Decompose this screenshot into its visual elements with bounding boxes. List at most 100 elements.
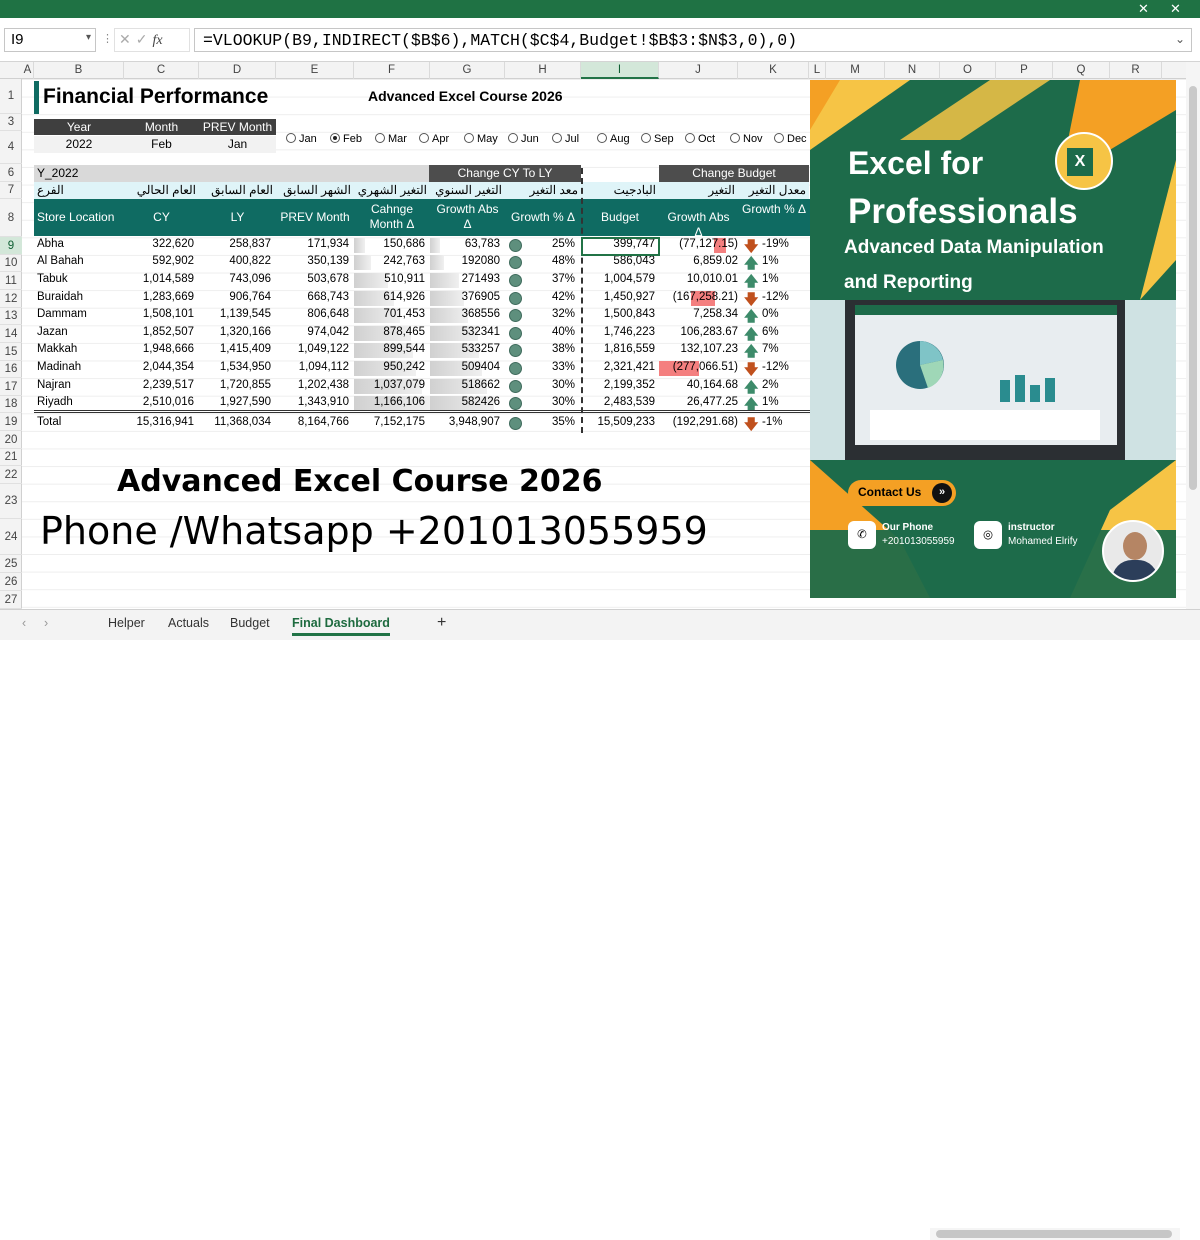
row-header-25[interactable]: 25 — [0, 555, 22, 573]
row-header-6[interactable]: 6 — [0, 164, 22, 182]
month-radio-jun[interactable]: Jun — [508, 133, 539, 145]
column-header-F[interactable]: F — [354, 62, 430, 79]
row-header-7[interactable]: 7 — [0, 182, 22, 199]
hscroll-thumb[interactable] — [936, 1230, 1172, 1238]
row-header-9[interactable]: 9 — [0, 237, 22, 255]
radio-circle[interactable] — [330, 133, 340, 143]
column-header-E[interactable]: E — [276, 62, 354, 79]
row-header-15[interactable]: 15 — [0, 343, 22, 361]
close-icon-2[interactable]: ✕ — [1170, 1, 1181, 17]
row-header-18[interactable]: 18 — [0, 396, 22, 413]
month-radio-mar[interactable]: Mar — [375, 133, 407, 145]
row-header-14[interactable]: 14 — [0, 325, 22, 343]
row-header-1[interactable]: 1 — [0, 79, 22, 114]
close-icon[interactable]: ✕ — [1138, 1, 1149, 17]
contact-us-button[interactable]: Contact Us » — [848, 480, 956, 506]
row-header-16[interactable]: 16 — [0, 361, 22, 378]
table-row[interactable]: Najran 2,239,517 1,720,855 1,202,438 1,037,0… — [34, 378, 810, 396]
row-header-26[interactable]: 26 — [0, 573, 22, 591]
column-header-N[interactable]: N — [885, 62, 940, 79]
radio-circle[interactable] — [597, 133, 607, 143]
column-header-Q[interactable]: Q — [1053, 62, 1110, 79]
row-header-17[interactable]: 17 — [0, 378, 22, 396]
next-sheet-icon[interactable]: › — [44, 616, 48, 630]
column-header-P[interactable]: P — [996, 62, 1053, 79]
radio-circle[interactable] — [685, 133, 695, 143]
expand-formula-icon[interactable]: ⌄ — [1175, 32, 1185, 46]
month-radio-feb[interactable]: Feb — [330, 133, 362, 145]
chevron-down-icon[interactable]: ▾ — [86, 32, 91, 43]
row-header-21[interactable]: 21 — [0, 449, 22, 466]
table-row[interactable]: Makkah 1,948,666 1,415,409 1,049,122 899,544… — [34, 342, 810, 360]
row-header-11[interactable]: 11 — [0, 272, 22, 290]
row-header-27[interactable]: 27 — [0, 591, 22, 609]
table-row[interactable]: Jazan 1,852,507 1,320,166 974,042 878,465 532… — [34, 325, 810, 343]
row-header-8[interactable]: 8 — [0, 199, 22, 237]
vertical-scrollbar[interactable] — [1186, 62, 1200, 609]
name-box[interactable]: I9 ▾ — [4, 28, 96, 52]
table-row[interactable]: Madinah 2,044,354 1,534,950 1,094,112 950,24… — [34, 360, 810, 378]
tab-budget[interactable]: Budget — [230, 616, 270, 630]
radio-circle[interactable] — [464, 133, 474, 143]
radio-circle[interactable] — [774, 133, 784, 143]
radio-circle[interactable] — [286, 133, 296, 143]
row-header-10[interactable]: 10 — [0, 255, 22, 272]
row-header-12[interactable]: 12 — [0, 290, 22, 308]
cancel-icon[interactable]: ✕ — [119, 31, 136, 47]
month-radio-apr[interactable]: Apr — [419, 133, 449, 145]
column-header-L[interactable]: L — [809, 62, 826, 79]
column-header-G[interactable]: G — [430, 62, 505, 79]
table-row[interactable]: Al Bahah 592,902 400,822 350,139 242,763 1920… — [34, 254, 810, 272]
column-header-D[interactable]: D — [199, 62, 276, 79]
more-icon[interactable]: ⋮ — [102, 32, 113, 45]
table-row[interactable]: Abha 322,620 258,837 171,934 150,686 63,783 25… — [34, 237, 810, 255]
table-row[interactable]: Dammam 1,508,101 1,139,545 806,648 701,453 36… — [34, 307, 810, 325]
tab-actuals[interactable]: Actuals — [168, 616, 209, 630]
row-header-4[interactable]: 4 — [0, 131, 22, 164]
month-radio-dec[interactable]: Dec — [774, 133, 807, 145]
row-header-13[interactable]: 13 — [0, 308, 22, 325]
column-header-A[interactable]: A — [22, 62, 34, 79]
month-radio-nov[interactable]: Nov — [730, 133, 763, 145]
formula-input[interactable]: =VLOOKUP(B9,INDIRECT($B$6),MATCH($C$4,Bu… — [194, 28, 1192, 52]
row-header-19[interactable]: 19 — [0, 413, 22, 431]
tab-helper[interactable]: Helper — [108, 616, 145, 630]
scroll-thumb[interactable] — [1189, 86, 1197, 490]
month-radio-jul[interactable]: Jul — [552, 133, 579, 145]
row-header-23[interactable]: 23 — [0, 484, 22, 519]
prev-sheet-icon[interactable]: ‹ — [22, 616, 26, 630]
column-header-H[interactable]: H — [505, 62, 581, 79]
radio-circle[interactable] — [730, 133, 740, 143]
selected-cell-outline[interactable] — [581, 237, 660, 256]
total-row[interactable]: Total 15,316,941 11,368,034 8,164,766 7,152,… — [34, 415, 810, 433]
confirm-icon[interactable]: ✓ — [136, 31, 153, 47]
add-sheet-icon[interactable]: + — [437, 614, 446, 632]
function-icon[interactable]: fx — [152, 33, 162, 48]
radio-circle[interactable] — [419, 133, 429, 143]
month-radio-aug[interactable]: Aug — [597, 133, 630, 145]
column-header-R[interactable]: R — [1110, 62, 1162, 79]
radio-circle[interactable] — [508, 133, 518, 143]
month-radio-oct[interactable]: Oct — [685, 133, 715, 145]
column-header-J[interactable]: J — [659, 62, 738, 79]
table-row[interactable]: Tabuk 1,014,589 743,096 503,678 510,911 27149… — [34, 272, 810, 290]
radio-circle[interactable] — [641, 133, 651, 143]
column-header-O[interactable]: O — [940, 62, 996, 79]
row-header-22[interactable]: 22 — [0, 466, 22, 484]
row-header-24[interactable]: 24 — [0, 519, 22, 555]
month-radio-jan[interactable]: Jan — [286, 133, 317, 145]
month-radio-sep[interactable]: Sep — [641, 133, 674, 145]
column-header-K[interactable]: K — [738, 62, 809, 79]
radio-circle[interactable] — [375, 133, 385, 143]
column-header-I[interactable]: I — [581, 62, 659, 79]
column-header-C[interactable]: C — [124, 62, 199, 79]
column-header-M[interactable]: M — [826, 62, 885, 79]
table-row[interactable]: Buraidah 1,283,669 906,764 668,743 614,926 37… — [34, 290, 810, 308]
horizontal-scrollbar[interactable] — [930, 1228, 1180, 1240]
month-radio-may[interactable]: May — [464, 133, 498, 145]
column-header-B[interactable]: B — [34, 62, 124, 79]
radio-circle[interactable] — [552, 133, 562, 143]
row-header-20[interactable]: 20 — [0, 431, 22, 449]
row-header-3[interactable]: 3 — [0, 114, 22, 131]
tab-final-dashboard[interactable]: Final Dashboard — [292, 616, 390, 636]
